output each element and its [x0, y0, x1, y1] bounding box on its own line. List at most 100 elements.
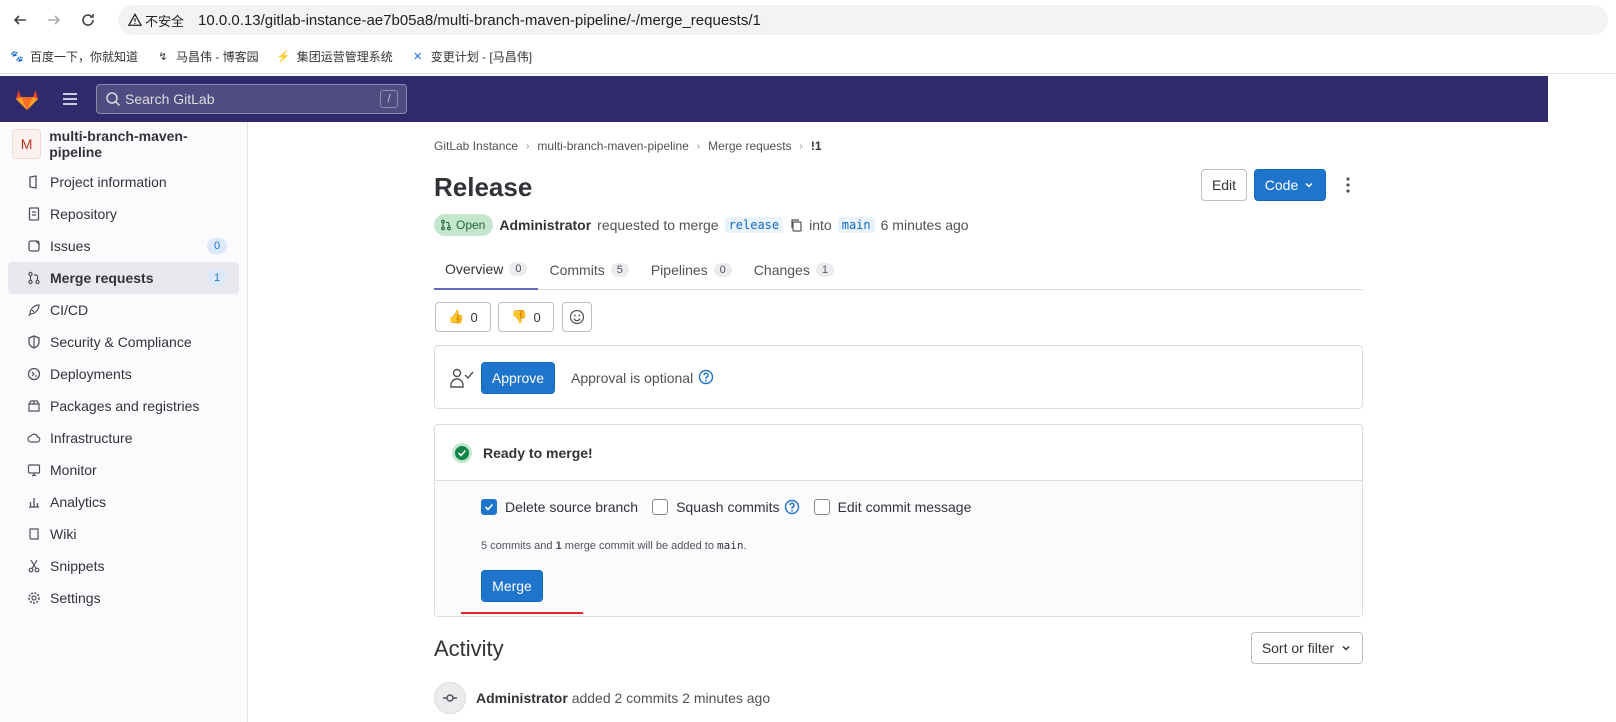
- bookmark-label: 集团运营管理系统: [296, 50, 393, 64]
- merge-request-open-icon: [441, 219, 451, 231]
- sidebar-item-project-information[interactable]: Project information: [8, 166, 239, 198]
- sidebar-item-label: Security & Compliance: [50, 334, 192, 350]
- arrow-right-icon: [48, 15, 61, 25]
- book-icon: [26, 526, 42, 542]
- address-bar[interactable]: 不安全 10.0.0.13/gitlab-instance-ae7b05a8/m…: [118, 5, 1608, 35]
- add-reaction-button[interactable]: [562, 302, 592, 332]
- delete-source-branch-checkbox[interactable]: Delete source branch: [481, 499, 638, 515]
- security-chip[interactable]: 不安全: [126, 11, 192, 30]
- checkbox-unchecked[interactable]: [813, 499, 830, 515]
- search-input[interactable]: Search GitLab /: [96, 84, 407, 114]
- sidebar-item-label: Issues: [50, 238, 91, 254]
- warning-icon: [128, 13, 142, 26]
- tab-commits[interactable]: Commits 5: [538, 250, 639, 290]
- checkbox-label: Edit commit message: [837, 499, 972, 515]
- more-actions-button[interactable]: [1338, 169, 1358, 201]
- question-circle-icon[interactable]: [784, 499, 800, 515]
- sidebar-item-monitor[interactable]: Monitor: [8, 454, 239, 486]
- copy-icon[interactable]: [789, 218, 803, 232]
- breadcrumb-project[interactable]: multi-branch-maven-pipeline: [537, 139, 688, 153]
- bookmark-cnblogs[interactable]: ↯ 马昌伟 - 博客园: [156, 48, 259, 65]
- merge-status-header: Ready to merge!: [435, 425, 1362, 481]
- target-branch[interactable]: main: [837, 217, 875, 233]
- sidebar-item-deployments[interactable]: Deployments: [8, 358, 239, 390]
- sidebar-item-infrastructure[interactable]: Infrastructure: [8, 422, 239, 454]
- sidebar-item-packages-registries[interactable]: Packages and registries: [8, 390, 239, 422]
- activity-author[interactable]: Administrator: [476, 690, 568, 706]
- bookmark-change-plan[interactable]: ✕ 变更计划 - [马昌伟]: [411, 48, 532, 65]
- sidebar-item-security-compliance[interactable]: Security & Compliance: [8, 326, 239, 358]
- search-shortcut: /: [380, 90, 398, 108]
- sidebar-item-snippets[interactable]: Snippets: [8, 550, 239, 582]
- forward-button[interactable]: [40, 6, 68, 34]
- status-badge: Open: [434, 214, 494, 236]
- tab-changes[interactable]: Changes 1: [743, 250, 845, 290]
- merge-button[interactable]: Merge: [481, 570, 543, 602]
- thumbs-down-button[interactable]: 👎 0: [498, 302, 554, 332]
- merge-options: Delete source branch Squash commits Edit…: [435, 481, 1362, 616]
- sidebar-item-label: Wiki: [50, 526, 77, 542]
- page-title: Release: [434, 172, 533, 202]
- package-icon: [26, 398, 42, 414]
- sidebar-item-merge-requests[interactable]: Merge requests 1: [8, 262, 239, 294]
- sidebar-item-repository[interactable]: Repository: [8, 198, 239, 230]
- commit-icon: [434, 682, 466, 714]
- merge-info-prefix: 5 commits and: [481, 540, 556, 552]
- squash-commits-checkbox[interactable]: Squash commits: [652, 499, 799, 515]
- sidebar-item-issues[interactable]: Issues 0: [8, 230, 239, 262]
- author-link[interactable]: Administrator: [499, 217, 591, 233]
- chevron-right-icon: ›: [799, 140, 803, 152]
- ready-to-merge-text: Ready to merge!: [483, 444, 593, 461]
- code-dropdown-button[interactable]: Code: [1254, 169, 1326, 201]
- annotation-underline: [461, 612, 583, 614]
- edit-button[interactable]: Edit: [1201, 169, 1247, 201]
- fire-icon: ⚡: [276, 51, 291, 63]
- tab-pipelines[interactable]: Pipelines 0: [640, 250, 743, 290]
- security-label: 不安全: [145, 13, 185, 29]
- breadcrumb-instance[interactable]: GitLab Instance: [434, 139, 518, 153]
- thumbs-up-button[interactable]: 👍 0: [435, 302, 491, 332]
- back-button[interactable]: [6, 6, 34, 34]
- bookmark-label: 马昌伟 - 博客园: [176, 50, 259, 64]
- breadcrumb-merge-requests[interactable]: Merge requests: [708, 139, 791, 153]
- sidebar-item-analytics[interactable]: Analytics: [8, 486, 239, 518]
- tab-count: 0: [713, 263, 732, 277]
- bookmark-baidu[interactable]: 🐾 百度一下，你就知道: [10, 48, 138, 65]
- mr-meta: Open Administrator requested to merge re…: [434, 214, 969, 236]
- browser-toolbar: 不安全 10.0.0.13/gitlab-instance-ae7b05a8/m…: [0, 0, 1616, 40]
- search-icon: [106, 92, 121, 107]
- check-icon: [484, 503, 494, 511]
- reload-button[interactable]: [74, 6, 102, 34]
- checkbox-label: Squash commits: [676, 499, 780, 515]
- kebab-icon: [1346, 177, 1350, 193]
- sort-filter-dropdown[interactable]: Sort or filter: [1251, 632, 1363, 664]
- approve-button[interactable]: Approve: [481, 362, 555, 394]
- cnblogs-icon: ↯: [158, 51, 168, 63]
- checkbox-unchecked[interactable]: [652, 499, 669, 515]
- merge-info-mid: merge commit will be added to: [561, 540, 718, 552]
- merge-checkbox-row: Delete source branch Squash commits Edit…: [481, 499, 971, 515]
- chevron-down-icon: [1305, 182, 1313, 188]
- sidebar-item-wiki[interactable]: Wiki: [8, 518, 239, 550]
- checkbox-checked[interactable]: [481, 499, 497, 515]
- edit-commit-message-checkbox[interactable]: Edit commit message: [813, 499, 972, 515]
- tab-overview[interactable]: Overview 0: [434, 250, 539, 290]
- hamburger-menu-icon[interactable]: [60, 89, 80, 109]
- project-header[interactable]: M multi-branch-maven-pipeline: [0, 122, 247, 166]
- sidebar-item-settings[interactable]: Settings: [8, 582, 239, 614]
- sidebar-item-ci-cd[interactable]: CI/CD: [8, 294, 239, 326]
- bookmark-group-system[interactable]: ⚡ 集团运营管理系统: [277, 48, 393, 65]
- merge-info-branch: main: [717, 539, 744, 552]
- thumbs-up-count: 0: [470, 309, 478, 325]
- question-circle-icon[interactable]: [698, 369, 714, 385]
- status-label: Open: [456, 218, 486, 232]
- tab-count: 5: [610, 263, 629, 277]
- breadcrumb-current[interactable]: !1: [811, 139, 822, 153]
- sort-filter-label: Sort or filter: [1261, 640, 1335, 656]
- tab-label: Pipelines: [650, 262, 708, 278]
- gitlab-logo-icon[interactable]: [13, 85, 41, 113]
- source-branch[interactable]: release: [724, 217, 784, 233]
- code-label: Code: [1264, 177, 1299, 193]
- arrow-left-icon: [13, 15, 26, 25]
- tab-count: 1: [815, 263, 834, 277]
